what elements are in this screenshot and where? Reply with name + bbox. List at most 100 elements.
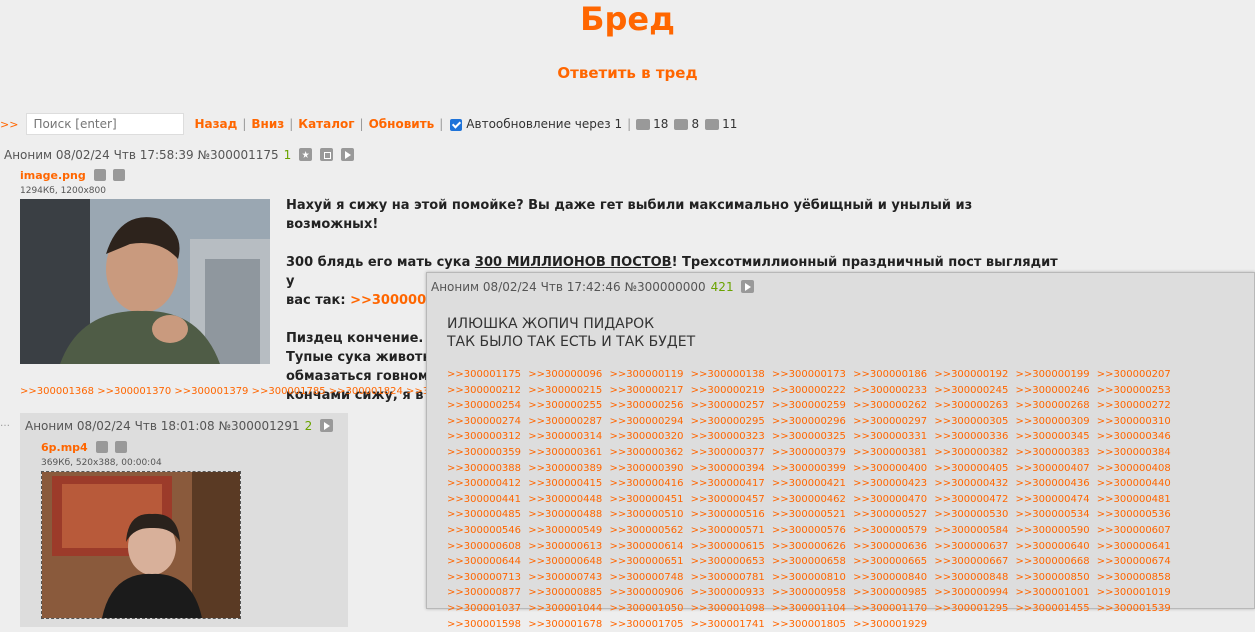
reply-link[interactable]: >>300000644 xyxy=(447,556,521,567)
reply-link[interactable]: >>300000421 xyxy=(772,478,846,489)
autoupdate-checkbox[interactable] xyxy=(450,119,463,131)
reply-link[interactable]: >>300001104 xyxy=(772,603,846,614)
reply-link[interactable]: >>300000510 xyxy=(609,509,683,520)
reply-link[interactable]: >>300000417 xyxy=(691,478,765,489)
reply-link[interactable]: >>300000534 xyxy=(1016,509,1090,520)
reply-link[interactable]: >>300000840 xyxy=(853,572,927,583)
reply-link[interactable]: >>300000614 xyxy=(609,541,683,552)
reply-link[interactable]: >>300000615 xyxy=(691,541,765,552)
reply-link[interactable]: >>300000885 xyxy=(528,587,602,598)
reply-link[interactable]: >>300000325 xyxy=(772,431,846,442)
reply-link[interactable]: >>300000474 xyxy=(1016,494,1090,505)
reply-link[interactable]: >>300000287 xyxy=(528,416,602,427)
reply-link[interactable]: >>300000653 xyxy=(691,556,765,567)
reply-link[interactable]: >>300000636 xyxy=(853,541,927,552)
reply-link[interactable]: >>300001929 xyxy=(853,619,927,630)
reply-link[interactable]: >>300000658 xyxy=(772,556,846,567)
reply-link[interactable]: >>300000440 xyxy=(1097,478,1171,489)
hide-icon[interactable] xyxy=(319,148,333,161)
reply-link[interactable]: >>300000906 xyxy=(609,587,683,598)
reply-link[interactable]: >>300001170 xyxy=(853,603,927,614)
reply-link[interactable]: >>300000245 xyxy=(934,385,1008,396)
reply-link[interactable]: >>300000415 xyxy=(528,478,602,489)
download-icon[interactable] xyxy=(115,441,128,453)
video-thumbnail[interactable] xyxy=(41,471,241,619)
file-name-link[interactable]: 6p.mp4 xyxy=(41,441,88,454)
reply-link[interactable]: >>300000222 xyxy=(772,385,846,396)
reply-link[interactable]: >>300001455 xyxy=(1016,603,1090,614)
reply-link[interactable]: >>300001741 xyxy=(691,619,765,630)
reply-link[interactable]: >>300000217 xyxy=(609,385,683,396)
reply-link[interactable]: >>300000985 xyxy=(853,587,927,598)
reply-link[interactable]: >>300000294 xyxy=(609,416,683,427)
search-image-icon[interactable] xyxy=(95,441,108,453)
reply-link[interactable]: >>300000521 xyxy=(772,509,846,520)
reply-link[interactable]: >>300000400 xyxy=(853,463,927,474)
nav-catalog-link[interactable]: Каталог xyxy=(298,117,354,131)
reply-link[interactable]: >>300000665 xyxy=(853,556,927,567)
reply-link[interactable]: >>300000933 xyxy=(691,587,765,598)
reply-link[interactable]: >>300001598 xyxy=(447,619,521,630)
reply-link[interactable]: >>300001098 xyxy=(691,603,765,614)
reply-link[interactable]: >>300000748 xyxy=(609,572,683,583)
reply-link[interactable]: >>300000640 xyxy=(1016,541,1090,552)
nav-refresh-link[interactable]: Обновить xyxy=(369,117,435,131)
reply-link[interactable]: >>300000346 xyxy=(1097,431,1171,442)
reply-link[interactable]: >>300000361 xyxy=(528,447,602,458)
reply-link[interactable]: >>300000562 xyxy=(609,525,683,536)
reply-link[interactable]: >>300000295 xyxy=(691,416,765,427)
reply-link[interactable]: >>300000848 xyxy=(934,572,1008,583)
reply-link[interactable]: >>300000546 xyxy=(447,525,521,536)
reply-link[interactable]: >>300001805 xyxy=(772,619,846,630)
reply-link[interactable]: >>300000743 xyxy=(528,572,602,583)
reply-link[interactable]: >>300000262 xyxy=(853,400,927,411)
reply-link[interactable]: >>300000246 xyxy=(1016,385,1090,396)
reply-link[interactable]: >>300000381 xyxy=(853,447,927,458)
reply-link[interactable]: >>300000096 xyxy=(528,369,602,380)
nav-down-link[interactable]: Вниз xyxy=(251,117,284,131)
reply-link[interactable]: >>300000470 xyxy=(853,494,927,505)
reply-link[interactable]: >>300000536 xyxy=(1097,509,1171,520)
reply-link[interactable]: >>300000405 xyxy=(934,463,1008,474)
reply-link[interactable]: >>300000579 xyxy=(853,525,927,536)
reply-link[interactable]: >>300000394 xyxy=(691,463,765,474)
reply-link[interactable]: >>300000384 xyxy=(1097,447,1171,458)
post-number[interactable]: №300000000 xyxy=(624,280,705,294)
reply-link[interactable]: >>300000637 xyxy=(934,541,1008,552)
reply-link[interactable]: >>300000462 xyxy=(772,494,846,505)
reply-link[interactable]: >>300001539 xyxy=(1097,603,1171,614)
search-image-icon[interactable] xyxy=(93,169,106,181)
reply-link[interactable]: >>300000272 xyxy=(1097,400,1171,411)
reply-link[interactable]: >>300000608 xyxy=(447,541,521,552)
reply-link[interactable]: >>300000274 xyxy=(447,416,521,427)
reply-link[interactable]: >>300000377 xyxy=(691,447,765,458)
reply-link[interactable]: >>300000781 xyxy=(691,572,765,583)
reply-link[interactable]: >>300000119 xyxy=(609,369,683,380)
reply-link[interactable]: >>300000408 xyxy=(1097,463,1171,474)
reply-link[interactable]: >>300000590 xyxy=(1016,525,1090,536)
favorite-icon[interactable] xyxy=(299,148,313,161)
reply-link[interactable]: >>300000256 xyxy=(609,400,683,411)
reply-link[interactable]: >>300000379 xyxy=(772,447,846,458)
reply-link[interactable]: >>300000305 xyxy=(934,416,1008,427)
reply-link[interactable]: >>300000259 xyxy=(772,400,846,411)
reply-link[interactable]: >>300000407 xyxy=(1016,463,1090,474)
reply-link[interactable]: >>300000138 xyxy=(691,369,765,380)
reply-link[interactable]: >>300000994 xyxy=(934,587,1008,598)
reply-link[interactable]: >>300000485 xyxy=(447,509,521,520)
reply-link[interactable]: >>300000648 xyxy=(528,556,602,567)
reply-link[interactable]: >>300000858 xyxy=(1097,572,1171,583)
op-image-thumbnail[interactable] xyxy=(20,199,270,364)
expand-icon[interactable] xyxy=(320,419,334,432)
reply-link[interactable]: >>300000345 xyxy=(1016,431,1090,442)
reply-link[interactable]: >>300001037 xyxy=(447,603,521,614)
reply-link[interactable]: >>300001705 xyxy=(609,619,683,630)
reply-link[interactable]: >>300000312 xyxy=(447,431,521,442)
reply-link[interactable]: >>300000320 xyxy=(609,431,683,442)
reply-link[interactable]: >>300000336 xyxy=(934,431,1008,442)
reply-link[interactable]: >>300000215 xyxy=(528,385,602,396)
reply-link[interactable]: >>300000810 xyxy=(772,572,846,583)
reply-link[interactable]: >>300001019 xyxy=(1097,587,1171,598)
reply-to-thread-link[interactable]: Ответить в тред xyxy=(0,64,1255,82)
reply-link[interactable]: >>300000388 xyxy=(447,463,521,474)
